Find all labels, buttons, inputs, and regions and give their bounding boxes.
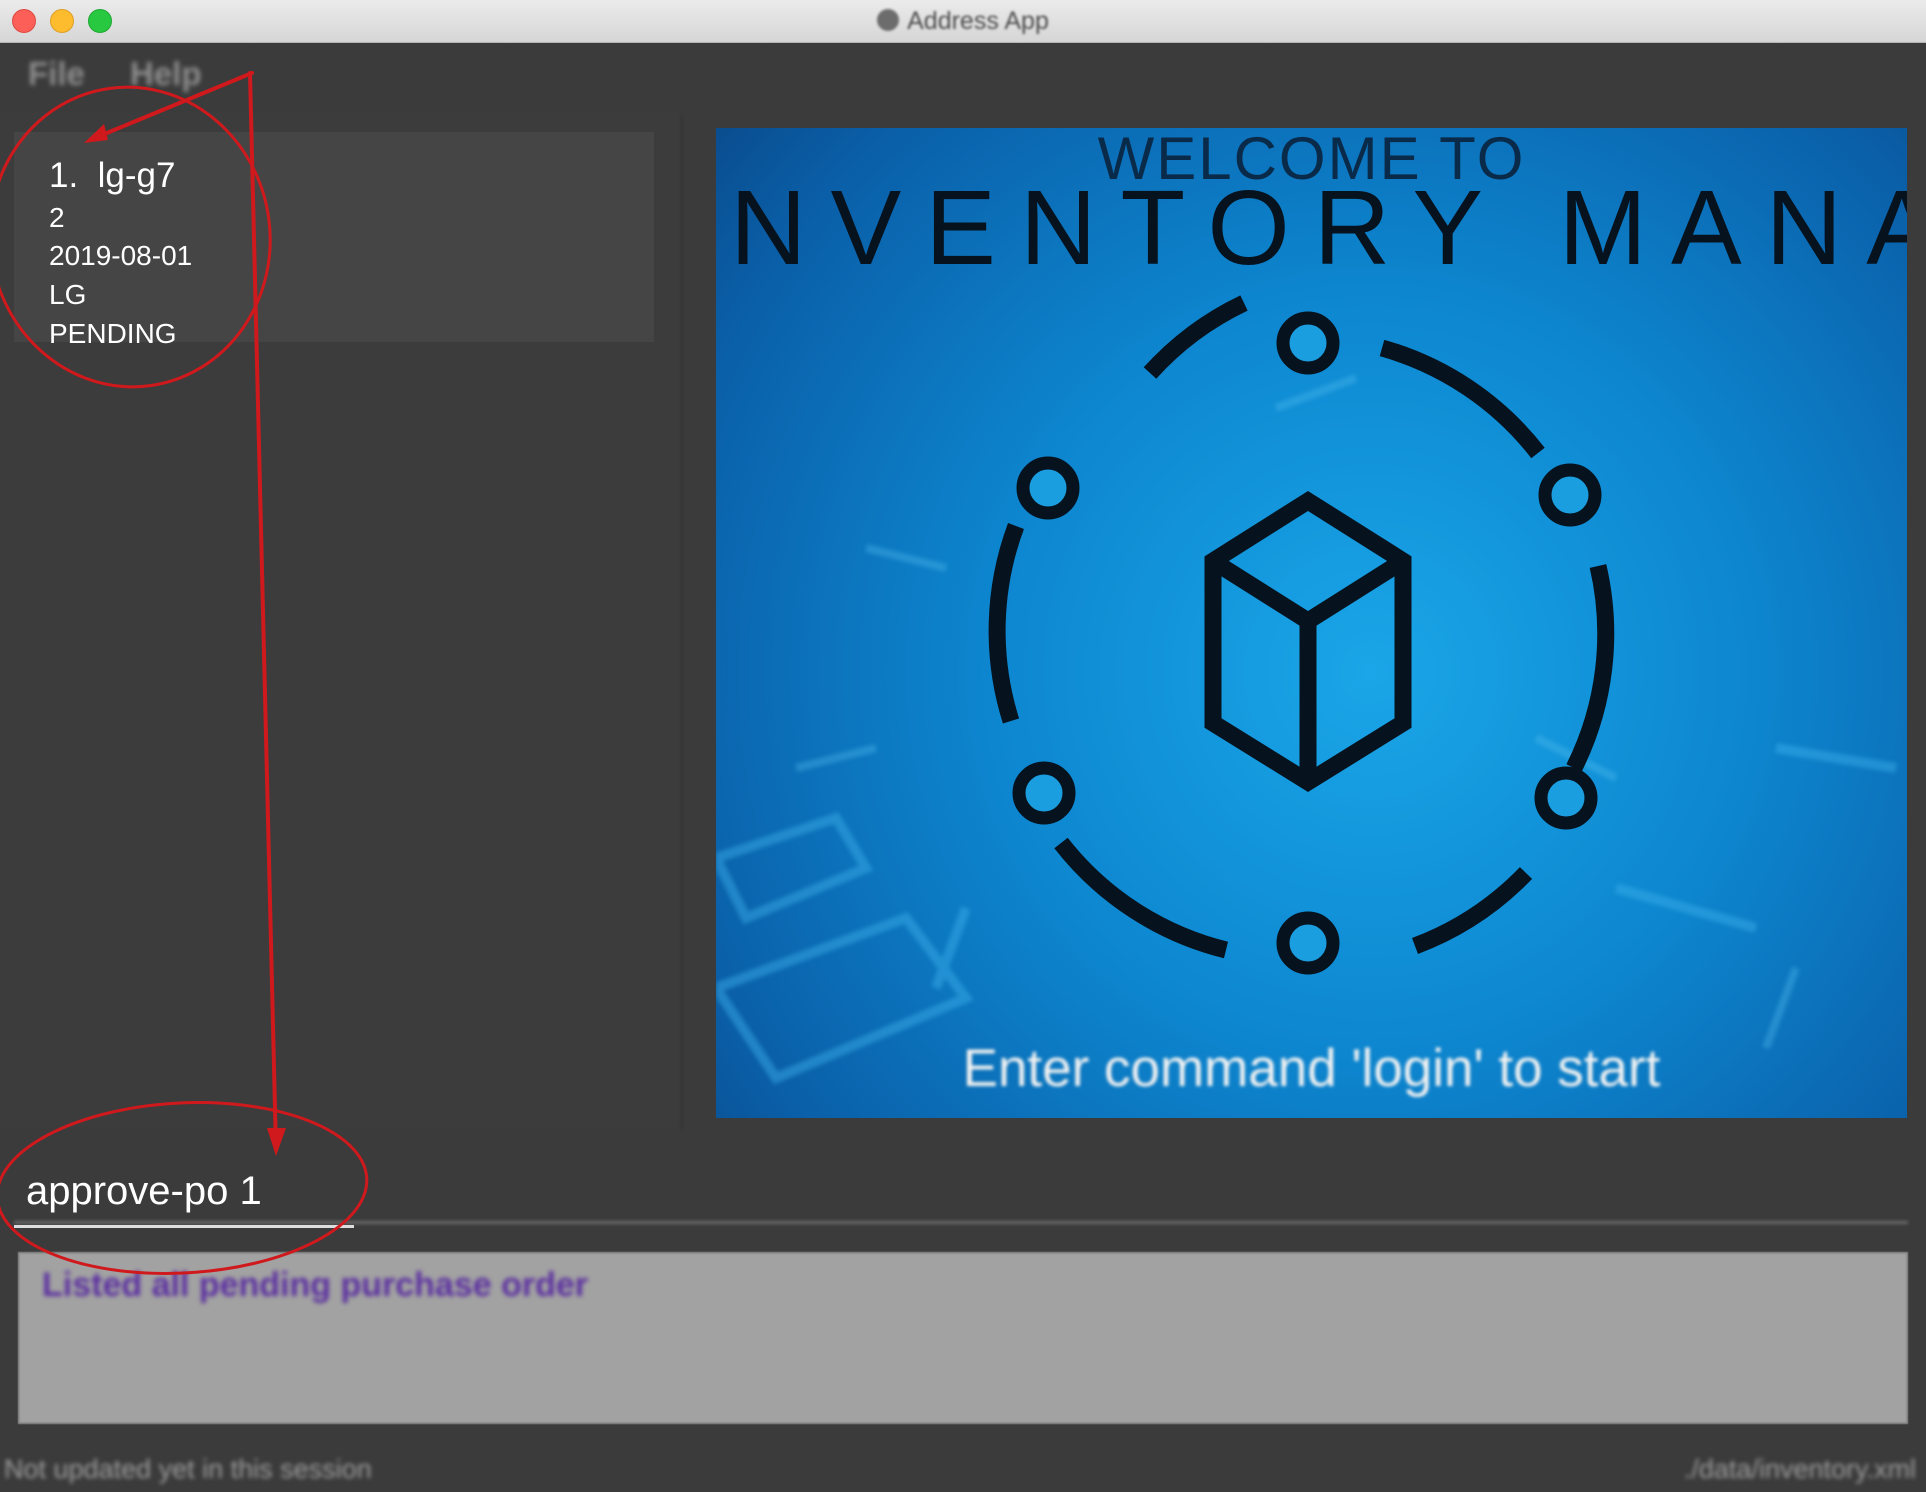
app-icon xyxy=(877,9,900,32)
save-location: ./data/inventory.xml xyxy=(1683,1454,1916,1484)
window-title-text: Address App xyxy=(907,7,1049,35)
result-display[interactable]: Listed all pending purchase order xyxy=(18,1252,1908,1424)
panel-split-divider[interactable] xyxy=(680,115,683,1130)
window-title: Address App xyxy=(0,0,1926,42)
command-input[interactable] xyxy=(24,1160,1908,1222)
purchase-order-card[interactable]: 1. lg-g7 2 2019-08-01 LG PENDING xyxy=(14,132,654,349)
menu-help[interactable]: Help xyxy=(130,55,202,93)
sync-status: Not updated yet in this session xyxy=(4,1454,372,1484)
purchase-order-index: 1. xyxy=(49,156,79,195)
purchase-order-title: 1. lg-g7 xyxy=(49,156,175,196)
welcome-panel: WELCOME TO NVENTORY MANAGER xyxy=(716,128,1907,1118)
purchase-order-date: 2019-08-01 xyxy=(49,240,193,271)
menu-file[interactable]: File xyxy=(28,55,85,93)
command-box xyxy=(0,1135,1926,1250)
purchase-order-list-panel[interactable]: 1. lg-g7 2 2019-08-01 LG PENDING xyxy=(0,112,680,1127)
purchase-order-sku: lg-g7 xyxy=(97,156,176,195)
command-focus-underline xyxy=(14,1225,354,1228)
command-underline xyxy=(14,1221,1908,1224)
result-message: Listed all pending purchase order xyxy=(42,1266,588,1304)
purchase-order-supplier: LG xyxy=(49,279,87,310)
status-bar: Not updated yet in this session ./data/i… xyxy=(0,1440,1926,1492)
title-bar: Address App xyxy=(0,0,1926,43)
menu-bar: File Help xyxy=(0,43,1926,103)
app-window: Address App File Help 1. lg-g7 2 2019-08… xyxy=(0,0,1926,1492)
purchase-order-quantity: 2 xyxy=(49,202,65,233)
purchase-order-status: PENDING xyxy=(49,318,177,349)
cube-network-icon xyxy=(988,295,1615,975)
welcome-instruction: Enter command 'login' to start xyxy=(962,1039,1661,1098)
